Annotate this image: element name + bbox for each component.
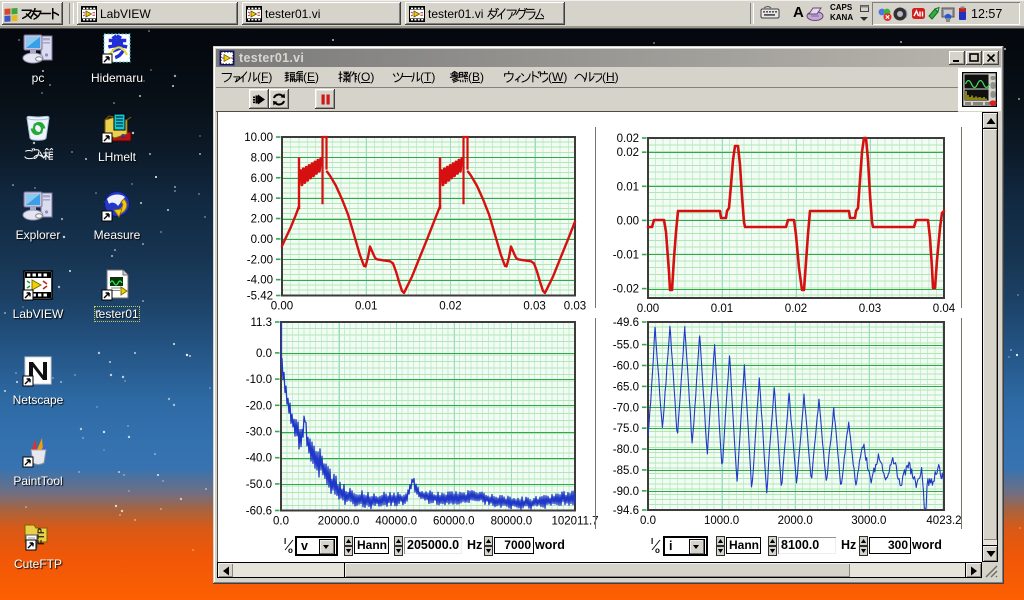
svg-text:8.00: 8.00 xyxy=(251,152,273,164)
svg-text:0.04: 0.04 xyxy=(933,303,956,315)
svg-text:o: o xyxy=(655,546,660,554)
svg-text:I: I xyxy=(284,537,286,546)
svg-text:60000.0: 60000.0 xyxy=(433,516,475,528)
svg-text:80000.0: 80000.0 xyxy=(491,516,533,528)
svg-text:0.0: 0.0 xyxy=(256,348,272,360)
svg-text:102011.7: 102011.7 xyxy=(551,516,598,528)
svg-text:0.03: 0.03 xyxy=(859,303,881,315)
svg-text:-50.0: -50.0 xyxy=(246,479,272,491)
svg-text:-90.0: -90.0 xyxy=(613,486,639,498)
svg-text:-49.6: -49.6 xyxy=(613,317,639,329)
svg-text:-60.0: -60.0 xyxy=(613,360,639,372)
svg-text:-60.6: -60.6 xyxy=(246,506,272,518)
svg-text:-85.0: -85.0 xyxy=(613,465,639,477)
svg-text:0.0: 0.0 xyxy=(273,516,289,528)
svg-text:0.0: 0.0 xyxy=(640,515,656,527)
svg-text:-75.0: -75.0 xyxy=(613,423,639,435)
svg-text:0.02: 0.02 xyxy=(617,133,639,145)
svg-text:-10.0: -10.0 xyxy=(246,374,272,386)
svg-text:0.02: 0.02 xyxy=(439,301,461,313)
svg-text:0.02: 0.02 xyxy=(785,303,807,315)
svg-text:3000.0: 3000.0 xyxy=(851,515,886,527)
svg-text:0.03: 0.03 xyxy=(564,301,586,313)
svg-text:2.00: 2.00 xyxy=(251,214,273,226)
svg-text:-40.0: -40.0 xyxy=(246,453,272,465)
svg-text:-80.0: -80.0 xyxy=(613,444,639,456)
svg-text:-55.0: -55.0 xyxy=(613,340,639,352)
svg-text:0.01: 0.01 xyxy=(711,303,733,315)
svg-text:0.00: 0.00 xyxy=(271,301,293,313)
svg-text:-70.0: -70.0 xyxy=(613,402,639,414)
svg-text:11.3: 11.3 xyxy=(250,317,272,329)
svg-text:-65.0: -65.0 xyxy=(613,381,639,393)
svg-text:10.00: 10.00 xyxy=(244,132,273,144)
svg-text:4023.2: 4023.2 xyxy=(926,515,961,527)
svg-text:2000.0: 2000.0 xyxy=(778,515,813,527)
svg-text:o: o xyxy=(288,546,293,554)
svg-text:-2.00: -2.00 xyxy=(247,254,273,266)
svg-text:40000.0: 40000.0 xyxy=(375,516,417,528)
svg-text:-5.42: -5.42 xyxy=(247,291,273,303)
svg-text:0.00: 0.00 xyxy=(637,303,659,315)
svg-text:-0.02: -0.02 xyxy=(613,284,639,296)
svg-text:-30.0: -30.0 xyxy=(246,427,272,439)
svg-text:-20.0: -20.0 xyxy=(246,400,272,412)
svg-text:0.00: 0.00 xyxy=(617,215,639,227)
svg-text:0.01: 0.01 xyxy=(355,301,377,313)
svg-text:0.03: 0.03 xyxy=(523,301,545,313)
svg-text:0.00: 0.00 xyxy=(251,234,273,246)
svg-text:6.00: 6.00 xyxy=(251,173,273,185)
svg-text:4.00: 4.00 xyxy=(251,193,273,205)
svg-text:-4.00: -4.00 xyxy=(247,275,273,287)
svg-text:I: I xyxy=(651,537,653,546)
svg-text:20000.0: 20000.0 xyxy=(318,516,360,528)
svg-text:0.02: 0.02 xyxy=(617,147,639,159)
svg-text:1000.0: 1000.0 xyxy=(704,515,739,527)
svg-text:-94.6: -94.6 xyxy=(613,505,639,517)
svg-text:-0.01: -0.01 xyxy=(613,250,639,262)
svg-text:0.01: 0.01 xyxy=(617,181,639,193)
